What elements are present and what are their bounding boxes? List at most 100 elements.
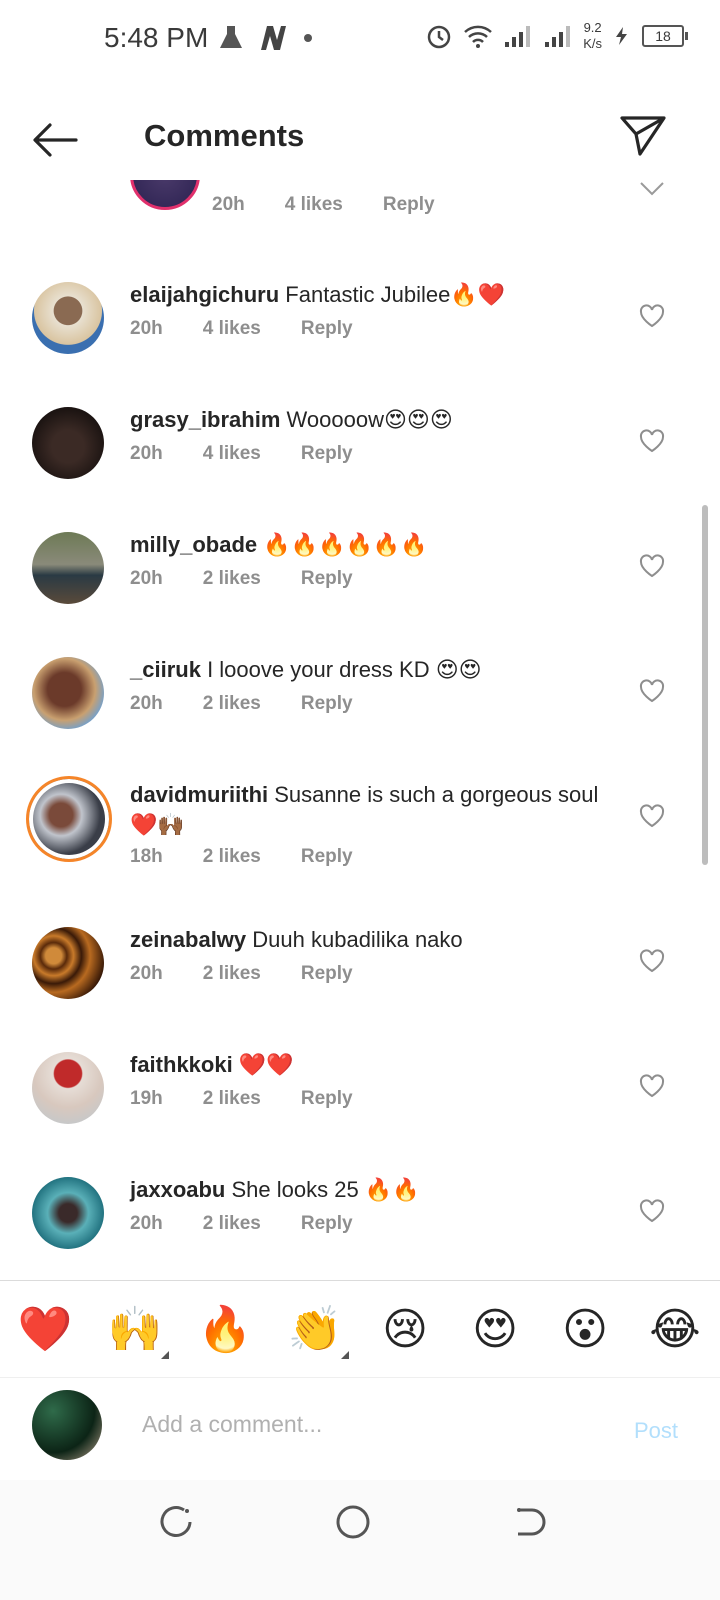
- list-item: faithkkoki ❤️❤️ 19h 2 likes Reply: [0, 1032, 720, 1157]
- comment-meta: 20h 4 likes Reply: [130, 443, 393, 465]
- network-speed: 9.2 K/s: [583, 20, 602, 52]
- list-item: elaijahgichuru Fantastic Jubilee🔥❤️ 20h …: [0, 262, 720, 387]
- heart-icon[interactable]: [638, 1197, 666, 1225]
- comment-meta: 20h 2 likes Reply: [130, 693, 393, 715]
- emoji-heart-eyes-button[interactable]: 😍: [465, 1304, 525, 1355]
- comment-meta: 20h 2 likes Reply: [130, 1213, 393, 1235]
- header: Comments: [0, 100, 720, 180]
- comment-content: I looove your dress KD 😍😍: [207, 657, 482, 682]
- username[interactable]: zeinabalwy: [130, 927, 246, 952]
- heart-icon[interactable]: [638, 552, 666, 580]
- charging-icon: [616, 27, 627, 45]
- comment-meta: 20h 2 likes Reply: [130, 568, 393, 590]
- emoji-surprised-button[interactable]: 😮: [555, 1304, 615, 1355]
- emoji-clap-button[interactable]: 👏: [285, 1303, 349, 1359]
- avatar[interactable]: [32, 927, 104, 999]
- avatar: [32, 1390, 102, 1460]
- battery-indicator: 18: [642, 25, 688, 47]
- list-item: milly_obade 🔥🔥🔥🔥🔥🔥 20h 2 likes Reply: [0, 512, 720, 637]
- reply-button[interactable]: Reply: [301, 846, 353, 868]
- comment-time: 20h: [130, 568, 163, 589]
- comment-content: 🔥🔥🔥🔥🔥🔥: [263, 532, 428, 557]
- comment-likes[interactable]: 2 likes: [203, 693, 261, 715]
- username[interactable]: faithkkoki: [130, 1052, 233, 1077]
- comment-text: jaxxoabu She looks 25 🔥🔥: [130, 1175, 630, 1205]
- comment-likes[interactable]: 2 likes: [203, 1213, 261, 1235]
- reply-button[interactable]: Reply: [301, 1213, 353, 1235]
- post-button[interactable]: Post: [634, 1418, 678, 1444]
- paper-plane-icon: [620, 116, 666, 156]
- comment-content: Fantastic Jubilee🔥❤️: [285, 282, 506, 307]
- heart-icon[interactable]: [638, 1072, 666, 1100]
- comment-content: Wooooow😍😍😍: [286, 407, 453, 432]
- flask-icon: [220, 26, 242, 48]
- emoji-heart-button[interactable]: ❤️: [15, 1303, 75, 1355]
- reply-button[interactable]: Reply: [301, 568, 353, 590]
- comment-time: 18h: [130, 846, 163, 867]
- alarm-icon: [427, 25, 451, 49]
- comment-meta: 18h 2 likes Reply: [130, 846, 393, 868]
- comment-text: davidmuriithi Susanne is such a gorgeous…: [130, 780, 630, 840]
- comment-time: 20h: [130, 693, 163, 714]
- status-right: 9.2 K/s 18: [425, 20, 688, 52]
- comment-likes[interactable]: 4 likes: [203, 443, 261, 465]
- heart-icon[interactable]: [638, 802, 666, 830]
- comment-content: ❤️❤️: [238, 1052, 294, 1077]
- avatar[interactable]: [32, 407, 104, 479]
- reply-button[interactable]: Reply: [301, 318, 353, 340]
- comment-content: Duuh kubadilika nako: [252, 927, 463, 952]
- chevron-down-icon[interactable]: [640, 182, 664, 196]
- home-icon[interactable]: [333, 1502, 373, 1542]
- username[interactable]: davidmuriithi: [130, 782, 268, 807]
- list-item: grasy_ibrahim Wooooow😍😍😍 20h 4 likes Rep…: [0, 387, 720, 512]
- comment-likes[interactable]: 4 likes: [285, 194, 343, 216]
- skin-tone-indicator-icon: [161, 1351, 169, 1359]
- comment-likes[interactable]: 2 likes: [203, 1088, 261, 1110]
- avatar[interactable]: [32, 1052, 104, 1124]
- reply-button[interactable]: Reply: [383, 194, 435, 216]
- avatar[interactable]: [26, 776, 112, 862]
- username[interactable]: grasy_ibrahim: [130, 407, 280, 432]
- avatar[interactable]: [32, 282, 104, 354]
- comment-likes[interactable]: 4 likes: [203, 318, 261, 340]
- comments-list: elaijahgichuru Fantastic Jubilee🔥❤️ 20h …: [0, 262, 720, 1282]
- share-button[interactable]: [618, 110, 668, 160]
- emoji-crying-button[interactable]: 😢: [375, 1304, 435, 1355]
- scrollbar[interactable]: [702, 505, 708, 865]
- comment-time: 20h: [130, 443, 163, 464]
- avatar[interactable]: [32, 1177, 104, 1249]
- emoji-raised-hands-button[interactable]: 🙌: [105, 1303, 169, 1359]
- avatar[interactable]: [32, 657, 104, 729]
- username[interactable]: jaxxoabu: [130, 1177, 225, 1202]
- comment-likes[interactable]: 2 likes: [203, 568, 261, 590]
- list-item: jaxxoabu She looks 25 🔥🔥 20h 2 likes Rep…: [0, 1157, 720, 1282]
- comment-text: _ciiruk I looove your dress KD 😍😍: [130, 655, 630, 685]
- speed-unit: K/s: [583, 36, 602, 51]
- username[interactable]: milly_obade: [130, 532, 257, 557]
- comment-content: She looks 25 🔥🔥: [231, 1177, 420, 1202]
- heart-icon[interactable]: [638, 427, 666, 455]
- comment-meta: 20h 4 likes Reply: [130, 318, 393, 340]
- username[interactable]: elaijahgichuru: [130, 282, 279, 307]
- reply-button[interactable]: Reply: [301, 443, 353, 465]
- back-nav-icon[interactable]: [510, 1502, 550, 1542]
- comment-likes[interactable]: 2 likes: [203, 846, 261, 868]
- reply-button[interactable]: Reply: [301, 693, 353, 715]
- heart-icon[interactable]: [638, 677, 666, 705]
- list-item: _ciiruk I looove your dress KD 😍😍 20h 2 …: [0, 637, 720, 762]
- emoji-laughing-button[interactable]: 😂: [645, 1304, 705, 1355]
- reply-button[interactable]: Reply: [301, 963, 353, 985]
- avatar[interactable]: [130, 180, 200, 210]
- avatar[interactable]: [32, 532, 104, 604]
- heart-icon[interactable]: [638, 302, 666, 330]
- comment-input[interactable]: [140, 1400, 584, 1448]
- comment-likes[interactable]: 2 likes: [203, 963, 261, 985]
- status-bar: 5:48 PM 9.2 K/s 18: [0, 0, 720, 80]
- skin-tone-indicator-icon: [341, 1351, 349, 1359]
- emoji-fire-button[interactable]: 🔥: [195, 1303, 255, 1355]
- recents-icon[interactable]: [156, 1502, 196, 1542]
- username[interactable]: _ciiruk: [130, 657, 201, 682]
- heart-icon[interactable]: [638, 947, 666, 975]
- reply-button[interactable]: Reply: [301, 1088, 353, 1110]
- back-button[interactable]: [30, 114, 82, 166]
